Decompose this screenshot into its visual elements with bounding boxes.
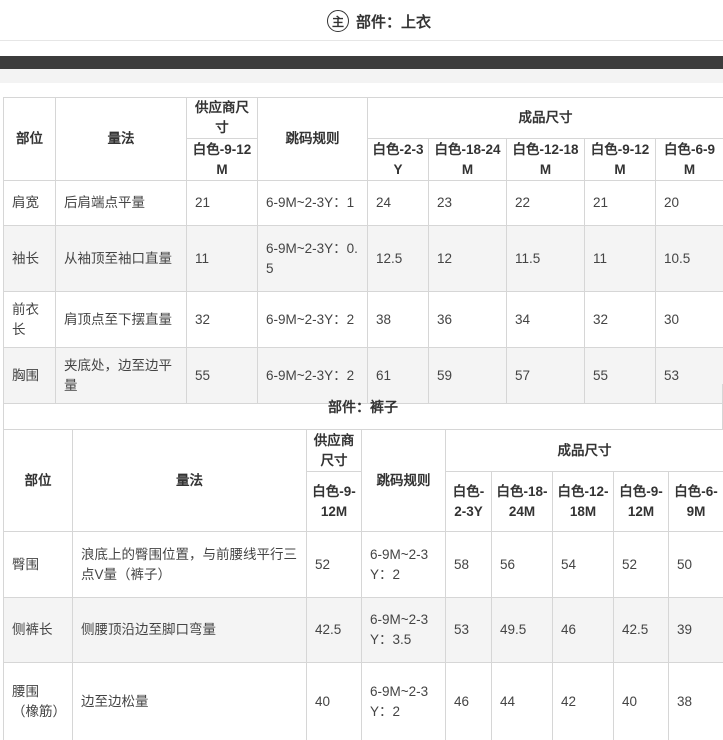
header-finished-size: 成品尺寸 xyxy=(366,97,723,139)
cell-supplier: 52 xyxy=(306,531,362,598)
header-supplier-size: 供应商尺寸 xyxy=(186,97,258,139)
cell-size: 30 xyxy=(654,291,723,348)
cell-part: 肩宽 xyxy=(3,180,56,226)
main-badge-icon: 主 xyxy=(327,10,349,32)
header-size-col: 白色-18-24M xyxy=(491,471,553,532)
header-size-col: 白色-9-12M xyxy=(584,138,656,181)
cell-part: 前衣长 xyxy=(3,291,56,348)
cell-size: 42 xyxy=(552,662,614,740)
cell-size: 21 xyxy=(584,180,656,226)
cell-size: 11.5 xyxy=(506,225,585,292)
cell-method: 肩顶点至下摆直量 xyxy=(55,291,187,348)
header-supplier-col: 白色-9-12M xyxy=(306,471,362,532)
header-size-col: 白色-12-18M xyxy=(506,138,585,181)
header-size-col: 白色-6-9M xyxy=(667,471,723,532)
section-title-bottom: 部件：裤子 xyxy=(3,384,723,430)
cell-rule: 6-9M~2-3Y：2 xyxy=(257,291,368,348)
header-size-col: 白色-2-3Y xyxy=(367,138,429,181)
size-table-bottom: 部位 量法 供应商尺寸 跳码规则 成品尺寸 白色-9-12M 白色-2-3Y 白… xyxy=(3,429,723,740)
cell-size: 11 xyxy=(584,225,656,292)
cell-supplier: 40 xyxy=(306,662,362,740)
cell-size: 12 xyxy=(428,225,507,292)
cell-size: 40 xyxy=(613,662,669,740)
cell-size: 36 xyxy=(428,291,507,348)
cell-size: 44 xyxy=(491,662,553,740)
cell-size: 23 xyxy=(428,180,507,226)
table-row: 腰围（橡筋） 边至边松量 40 6-9M~2-3Y：2 46 44 42 40 … xyxy=(3,662,723,740)
table-row: 侧裤长 侧腰顶沿边至脚口弯量 42.5 6-9M~2-3Y：3.5 53 49.… xyxy=(3,597,723,663)
cell-part: 腰围（橡筋） xyxy=(3,662,73,740)
cell-size: 46 xyxy=(445,662,492,740)
cell-size: 54 xyxy=(552,531,614,598)
section-title-top: 主 部件：上衣 xyxy=(327,10,431,32)
cell-supplier: 21 xyxy=(186,180,258,226)
cell-size: 38 xyxy=(367,291,429,348)
header-size-col: 白色-9-12M xyxy=(613,471,669,532)
header-method: 量法 xyxy=(55,97,187,181)
cell-rule: 6-9M~2-3Y：3.5 xyxy=(361,597,446,663)
cell-size: 56 xyxy=(491,531,553,598)
table-row: 袖长 从袖顶至袖口直量 11 6-9M~2-3Y：0.5 12.5 12 11.… xyxy=(3,225,723,292)
header-size-col: 白色-12-18M xyxy=(552,471,614,532)
cell-size: 32 xyxy=(584,291,656,348)
header-size-col: 白色-6-9M xyxy=(654,138,723,181)
cell-method: 边至边松量 xyxy=(72,662,307,740)
cell-part: 袖长 xyxy=(3,225,56,292)
cell-size: 42.5 xyxy=(613,597,669,663)
cell-method: 后肩端点平量 xyxy=(55,180,187,226)
header-grading-rule: 跳码规则 xyxy=(361,429,446,532)
header-grading-rule: 跳码规则 xyxy=(257,97,368,181)
cell-size: 24 xyxy=(367,180,429,226)
header-size-col: 白色-18-24M xyxy=(428,138,507,181)
cell-size: 46 xyxy=(552,597,614,663)
cell-size: 10.5 xyxy=(654,225,723,292)
cell-size: 22 xyxy=(506,180,585,226)
size-table-top: 部位 量法 供应商尺寸 跳码规则 成品尺寸 白色-9-12M 白色-2-3Y 白… xyxy=(3,97,723,404)
cell-size: 49.5 xyxy=(491,597,553,663)
cell-supplier: 32 xyxy=(186,291,258,348)
cell-rule: 6-9M~2-3Y：2 xyxy=(361,531,446,598)
header-finished-size: 成品尺寸 xyxy=(444,429,723,472)
cell-method: 侧腰顶沿边至脚口弯量 xyxy=(72,597,307,663)
scrollbar-track[interactable] xyxy=(0,56,723,69)
header-supplier-size: 供应商尺寸 xyxy=(306,429,362,472)
cell-method: 从袖顶至袖口直量 xyxy=(55,225,187,292)
header-method: 量法 xyxy=(72,429,307,532)
divider-light xyxy=(0,69,723,83)
top-header: 主 部件：上衣 xyxy=(0,0,723,40)
cell-size: 34 xyxy=(506,291,585,348)
cell-part: 臀围 xyxy=(3,531,73,598)
cell-size: 38 xyxy=(667,662,723,740)
cell-part: 侧裤长 xyxy=(3,597,73,663)
cell-size: 58 xyxy=(445,531,492,598)
cell-rule: 6-9M~2-3Y：2 xyxy=(361,662,446,740)
header-supplier-col: 白色-9-12M xyxy=(186,138,258,181)
cell-method: 浪底上的臀围位置，与前腰线平行三点V量（裤子） xyxy=(72,531,307,598)
cell-rule: 6-9M~2-3Y：1 xyxy=(257,180,368,226)
header-part: 部位 xyxy=(3,97,56,181)
cell-rule: 6-9M~2-3Y：0.5 xyxy=(257,225,368,292)
cell-supplier: 11 xyxy=(186,225,258,292)
section-title-text: 部件：上衣 xyxy=(356,13,432,31)
divider xyxy=(0,40,723,56)
cell-supplier: 42.5 xyxy=(306,597,362,663)
header-part: 部位 xyxy=(3,429,73,532)
cell-size: 53 xyxy=(445,597,492,663)
table-row: 臀围 浪底上的臀围位置，与前腰线平行三点V量（裤子） 52 6-9M~2-3Y：… xyxy=(3,531,723,598)
table-row: 前衣长 肩顶点至下摆直量 32 6-9M~2-3Y：2 38 36 34 32 … xyxy=(3,291,723,348)
table-row: 肩宽 后肩端点平量 21 6-9M~2-3Y：1 24 23 22 21 20 xyxy=(3,180,723,226)
cell-size: 52 xyxy=(613,531,669,598)
cell-size: 39 xyxy=(667,597,723,663)
cell-size: 20 xyxy=(654,180,723,226)
cell-size: 50 xyxy=(667,531,723,598)
cell-size: 12.5 xyxy=(367,225,429,292)
header-size-col: 白色-2-3Y xyxy=(445,471,492,532)
